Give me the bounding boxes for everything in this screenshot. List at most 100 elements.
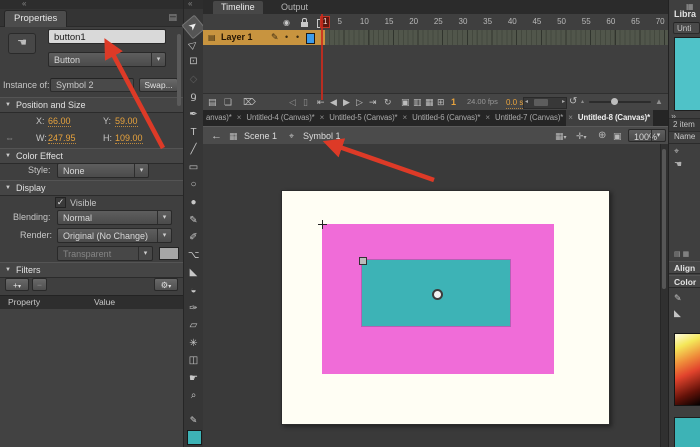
polystar-tool[interactable]: ● (184, 194, 203, 212)
layer-lock-dot[interactable]: • (296, 30, 299, 45)
fill-color-well[interactable] (187, 430, 202, 445)
edit-scene-icon[interactable]: ▦▾ (555, 127, 567, 145)
close-icon[interactable]: × (483, 110, 492, 126)
zoom-tool[interactable]: ⌕ (184, 387, 203, 405)
symbol-type-dropdown[interactable]: Button ▾ (48, 52, 166, 67)
section-filters[interactable]: ▼ Filters (0, 262, 183, 278)
stroke-color-icon[interactable]: ✎ (184, 415, 203, 426)
pencil-tool[interactable]: ✎ (184, 212, 203, 230)
layer-outline-color-swatch[interactable] (306, 33, 315, 44)
style-dropdown[interactable]: None ▾ (57, 163, 149, 178)
edit-multiple-frames-icon[interactable]: ▦ (425, 94, 434, 110)
library-name-column-header[interactable]: Name (669, 131, 700, 144)
brush-tool[interactable]: ✐ (184, 229, 203, 247)
close-icon[interactable]: × (566, 110, 575, 126)
link-width-height-icon[interactable]: ⇔ (5, 133, 14, 143)
onion-skin-icon[interactable]: ▣ (401, 94, 410, 110)
close-icon[interactable]: × (318, 110, 327, 126)
align-panel-header[interactable]: Align (669, 261, 700, 274)
breadcrumb-symbol[interactable]: Symbol 1 (303, 127, 341, 145)
color-panel-header[interactable]: Color (669, 275, 700, 288)
frame-ruler-label[interactable]: 15 (385, 17, 394, 26)
breadcrumb-scene[interactable]: Scene 1 (244, 127, 277, 145)
selection-anchor-point[interactable] (359, 257, 367, 265)
new-layer-icon[interactable]: ▤ (208, 94, 217, 110)
swap-button[interactable]: Swap... (139, 78, 178, 92)
timeline-zoom-slider[interactable] (589, 101, 651, 103)
frame-ruler-label[interactable]: 10 (360, 17, 369, 26)
document-tab[interactable]: ×Untitled-8 (Canvas)* (566, 110, 653, 126)
dock-mini-icons[interactable]: ▤ ▦ (674, 250, 689, 258)
step-forward-icon[interactable]: ▷ (356, 94, 363, 110)
panel-menu-icon[interactable]: ▤ (168, 12, 177, 23)
frame-ruler-label[interactable]: 70 (656, 17, 665, 26)
timeline-zoom-out-icon[interactable]: ▴ (581, 94, 584, 110)
modify-markers-icon[interactable]: ⊞ (437, 94, 445, 110)
lasso-tool[interactable]: ϱ (184, 88, 203, 106)
document-tab[interactable]: ×Untitled-7 (Canvas)* (483, 110, 566, 126)
color-spectrum-picker[interactable] (674, 333, 700, 406)
frame-ruler-label[interactable]: 20 (409, 17, 418, 26)
frame-ruler-label[interactable]: 25 (434, 17, 443, 26)
h-value[interactable]: 109.00 (115, 133, 143, 144)
bone-tool[interactable]: ⌥ (184, 247, 203, 265)
scrollbar-thumb[interactable] (662, 149, 666, 289)
loop-icon[interactable]: ↻ (384, 94, 392, 110)
timeline-horizontal-scrollbar[interactable]: ◂ ▸ (523, 97, 567, 109)
collapse-panel-icon[interactable]: « (188, 0, 192, 8)
rectangle-tool[interactable]: ▭ (184, 159, 203, 177)
paint-bucket-tool[interactable]: ◣ (184, 264, 203, 282)
oval-tool[interactable]: ○ (184, 176, 203, 194)
tab-properties[interactable]: Properties (4, 10, 67, 27)
scroll-left-icon[interactable]: ◂ (525, 98, 528, 107)
play-icon[interactable]: ▶ (343, 94, 350, 110)
line-tool[interactable]: ╱ (184, 141, 203, 159)
stage-zoom-dropdown[interactable]: 100% ▾ (628, 129, 666, 142)
document-tab-label[interactable]: Untitled-4 (Canvas)* (243, 110, 317, 126)
frame-ruler-label[interactable]: 30 (459, 17, 468, 26)
library-panel-title[interactable]: Libra (674, 9, 696, 19)
library-item-button-icon[interactable]: ☚ (674, 159, 682, 170)
new-folder-icon[interactable]: ❏ (224, 94, 232, 110)
close-icon[interactable]: × (235, 110, 244, 126)
add-filter-button[interactable]: +▾ (5, 278, 29, 291)
frame-ruler-label[interactable]: 55 (582, 17, 591, 26)
go-last-frame-icon[interactable]: ⇥ (369, 94, 377, 110)
edit-symbols-icon[interactable]: ✛▾ (576, 127, 587, 145)
scrollbar-thumb[interactable] (534, 99, 548, 106)
frame-ruler-label[interactable]: 45 (532, 17, 541, 26)
section-display[interactable]: ▼ Display (0, 180, 183, 196)
filter-options-button[interactable]: ⚙▾ (154, 278, 178, 291)
y-value[interactable]: 59.00 (115, 116, 138, 127)
slider-knob[interactable] (611, 98, 618, 105)
library-document-dropdown[interactable]: Unti (673, 22, 700, 34)
scroll-right-icon[interactable]: ▸ (562, 98, 565, 107)
tab-output[interactable]: Output (273, 1, 316, 14)
eyedropper-tool[interactable]: ✑ (184, 300, 203, 318)
timeline-zoom-in-icon[interactable]: ▲ (655, 94, 663, 110)
frames-area[interactable] (320, 30, 668, 45)
stroke-color-icon[interactable]: ✎ (674, 293, 682, 304)
reset-timeline-zoom-icon[interactable]: ↺ (569, 94, 577, 110)
transformation-point[interactable] (432, 289, 443, 300)
instance-name-input[interactable]: button1 (48, 29, 166, 44)
center-frame-icon[interactable]: ⊕ (598, 127, 606, 145)
document-tab-partial[interactable]: anvas)* (203, 110, 235, 126)
fill-color-bucket-icon[interactable]: ◣ (674, 308, 681, 319)
playhead-line[interactable] (321, 14, 323, 100)
clip-content-icon[interactable]: ▣ (613, 127, 622, 145)
layer-visibility-dot[interactable]: • (285, 30, 288, 45)
back-arrow-icon[interactable]: ← (211, 127, 222, 145)
document-tab-label[interactable]: Untitled-6 (Canvas)* (409, 110, 483, 126)
eye-icon[interactable]: ◉ (283, 19, 290, 27)
frame-ruler-label[interactable]: 60 (606, 17, 615, 26)
onion-skin-outlines-icon[interactable]: ▥ (413, 94, 422, 110)
section-position-and-size[interactable]: ▼ Position and Size (0, 97, 183, 113)
stage[interactable] (281, 190, 610, 425)
frame-rate-indicator[interactable]: 24.00 fps (467, 94, 498, 110)
document-tab-label[interactable]: Untitled-7 (Canvas)* (492, 110, 566, 126)
camera-tool[interactable]: ◫ (184, 352, 203, 370)
canvas-area[interactable] (203, 144, 668, 447)
blending-dropdown[interactable]: Normal ▾ (57, 210, 172, 225)
fill-color-swatch[interactable] (674, 417, 700, 447)
